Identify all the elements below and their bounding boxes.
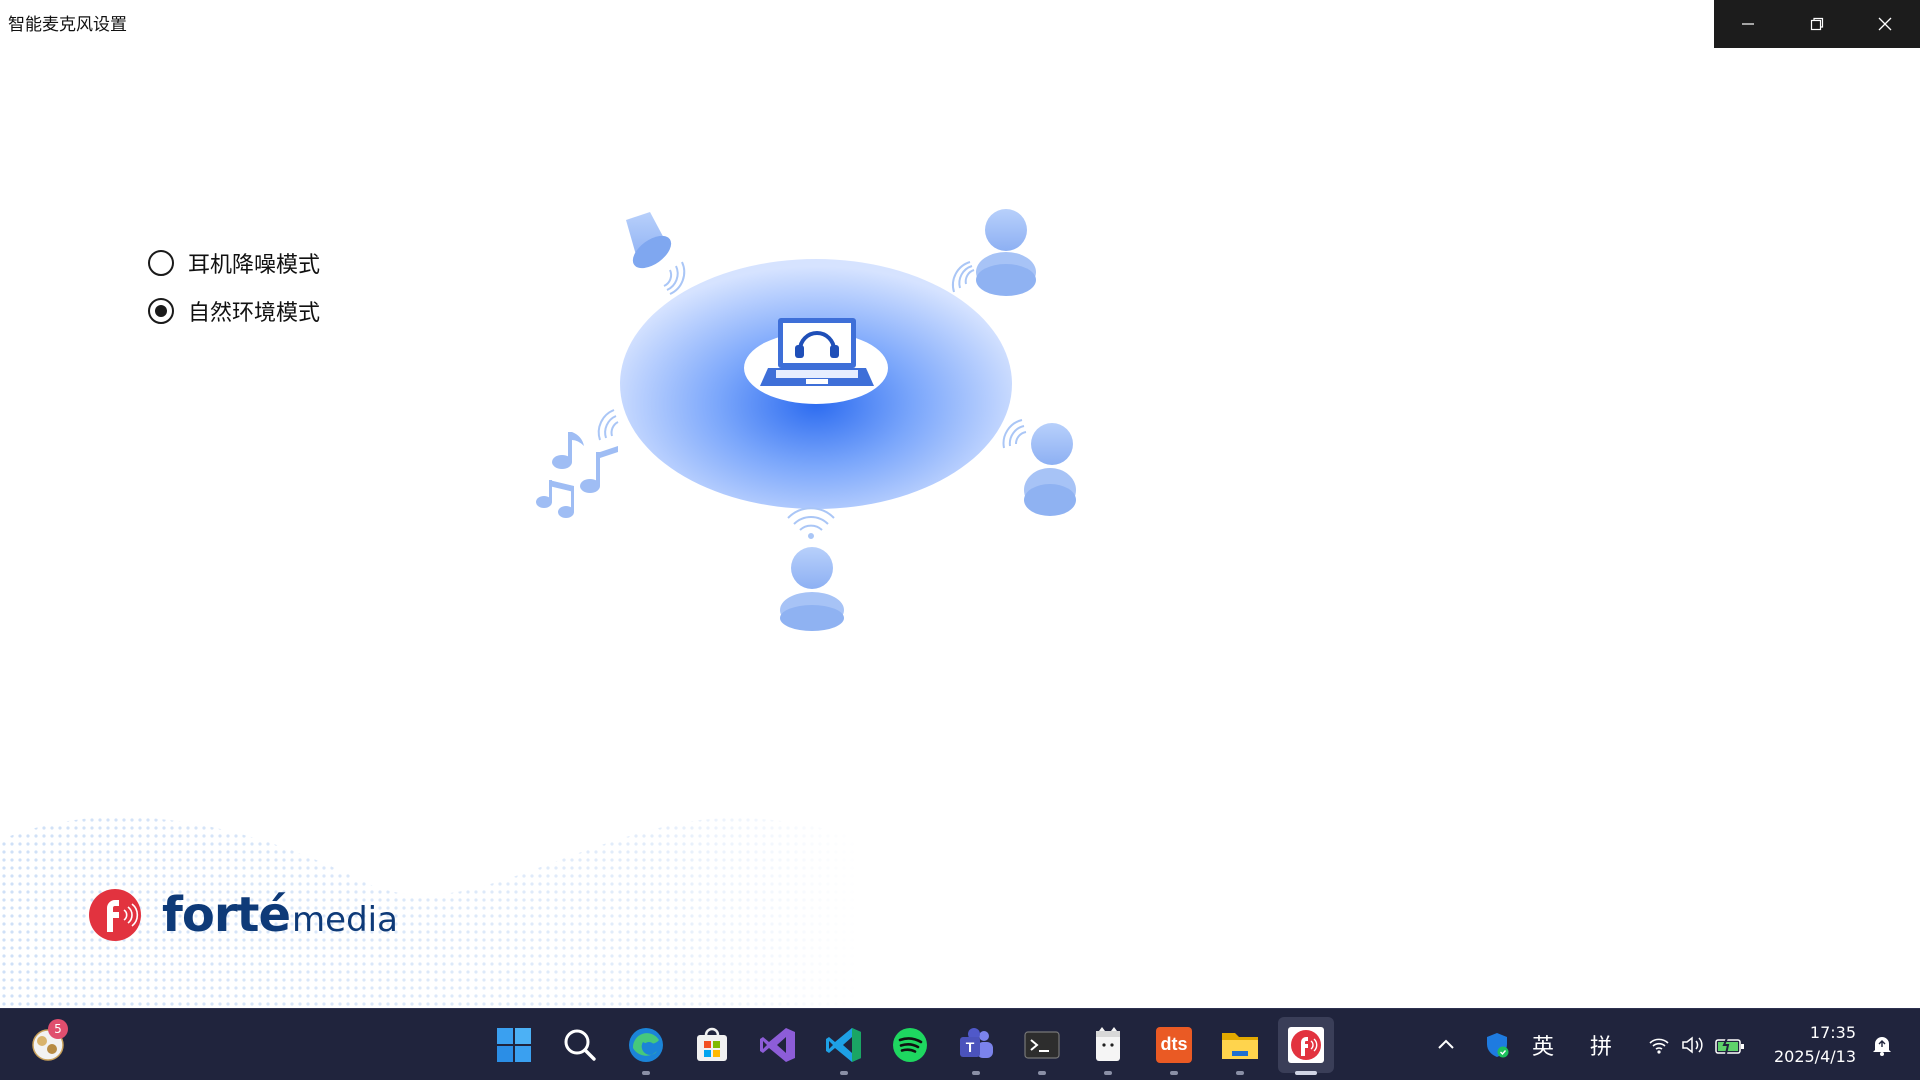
- window-controls: [1714, 0, 1920, 48]
- close-button[interactable]: [1851, 0, 1920, 48]
- svg-text:T: T: [966, 1039, 975, 1055]
- tray-network-volume-battery[interactable]: [1648, 1009, 1746, 1080]
- taskbar-notepad[interactable]: [1080, 1017, 1136, 1075]
- music-notes-icon: [536, 409, 619, 518]
- running-indicator: [840, 1071, 848, 1075]
- store-icon: [697, 1027, 727, 1061]
- taskbar-teams[interactable]: T: [948, 1017, 1004, 1075]
- tray-notifications[interactable]: [1870, 1009, 1894, 1080]
- running-indicator: [1295, 1071, 1317, 1075]
- speaker-icon: [626, 212, 686, 295]
- running-indicator: [1236, 1071, 1244, 1075]
- taskbar-apps: T dts: [486, 1017, 1344, 1075]
- radio-button-selected[interactable]: [148, 298, 174, 324]
- running-indicator: [972, 1071, 980, 1075]
- taskbar-smart-mic[interactable]: [1278, 1017, 1334, 1075]
- taskbar-dts[interactable]: dts: [1146, 1017, 1202, 1075]
- person-icon: [951, 209, 1036, 296]
- minimize-icon: [1742, 23, 1755, 25]
- battery-icon: [1715, 1035, 1744, 1055]
- taskbar-spotify[interactable]: [882, 1017, 938, 1073]
- restore-button[interactable]: [1783, 0, 1852, 48]
- restore-icon: [1810, 17, 1823, 31]
- vscode-icon: [826, 1028, 861, 1062]
- terminal-icon: [1024, 1031, 1060, 1059]
- notification-icon: [1873, 1037, 1891, 1056]
- clock[interactable]: 17:35 2025/4/13: [1774, 1021, 1856, 1069]
- fortemedia-mark-icon: [89, 889, 141, 941]
- visual-studio-icon: [760, 1028, 795, 1062]
- running-indicator: [1104, 1071, 1112, 1075]
- person-icon: [780, 547, 844, 631]
- taskbar: 5 T dts 英 拼 17:35 2025/4/13: [0, 1008, 1920, 1080]
- app-window: 智能麦克风设置 耳机降噪模式 自然环境模式 fortémedia 5 T dts…: [0, 0, 1920, 1080]
- tray-security[interactable]: [1484, 1009, 1510, 1080]
- dts-label: dts: [1160, 1034, 1188, 1054]
- brand-name-bold: forté: [162, 887, 291, 943]
- tray-overflow[interactable]: [1436, 1009, 1456, 1080]
- folder-icon: [1222, 1033, 1258, 1059]
- brand-name-light: media: [292, 900, 398, 940]
- edge-icon: [629, 1028, 663, 1062]
- chevron-up-icon: [1438, 1039, 1454, 1049]
- taskbar-vscode[interactable]: [816, 1017, 872, 1075]
- search-icon: [564, 1029, 596, 1061]
- taskbar-visual-studio[interactable]: [750, 1017, 806, 1073]
- minimize-button[interactable]: [1714, 0, 1783, 48]
- running-indicator: [642, 1071, 650, 1075]
- notepad-icon: [1096, 1027, 1120, 1061]
- teams-icon: T: [960, 1028, 993, 1058]
- mode-selector: 耳机降噪模式 自然环境模式: [148, 248, 320, 344]
- clock-date: 2025/4/13: [1773, 1047, 1856, 1066]
- brand-wordmark: fortémedia: [162, 891, 398, 939]
- mode-option-natural[interactable]: 自然环境模式: [148, 296, 320, 326]
- mode-label: 自然环境模式: [188, 301, 321, 326]
- taskbar-store[interactable]: [684, 1017, 740, 1073]
- running-indicator: [1170, 1071, 1178, 1075]
- fortemedia-icon: [1288, 1027, 1324, 1063]
- taskbar-edge[interactable]: [618, 1017, 674, 1075]
- mode-illustration: [536, 209, 1076, 631]
- taskbar-start[interactable]: [486, 1017, 542, 1073]
- window-title: 智能麦克风设置: [8, 15, 127, 35]
- taskbar-terminal[interactable]: [1014, 1017, 1070, 1075]
- radio-button[interactable]: [148, 250, 174, 276]
- running-indicator: [1038, 1071, 1046, 1075]
- mode-label: 耳机降噪模式: [188, 253, 321, 278]
- clock-time: 17:35: [1809, 1023, 1856, 1042]
- wifi-signal-icon: [787, 507, 835, 539]
- spotify-icon: [893, 1028, 927, 1062]
- close-icon: [1879, 17, 1892, 31]
- wifi-icon: [1649, 1038, 1669, 1054]
- fortemedia-logo: fortémedia: [88, 888, 398, 942]
- taskbar-search[interactable]: [552, 1017, 608, 1073]
- security-shield-icon: [1487, 1033, 1509, 1058]
- volume-icon: [1682, 1036, 1703, 1054]
- windows-icon: [497, 1028, 531, 1062]
- ime-language[interactable]: 英: [1532, 1009, 1554, 1080]
- person-icon: [1002, 419, 1076, 516]
- ime-mode[interactable]: 拼: [1590, 1009, 1612, 1080]
- taskbar-explorer[interactable]: [1212, 1017, 1268, 1075]
- title-bar: 智能麦克风设置: [0, 0, 1920, 48]
- mode-option-headset-nr[interactable]: 耳机降噪模式: [148, 248, 320, 278]
- notification-badge: 5: [48, 1019, 68, 1039]
